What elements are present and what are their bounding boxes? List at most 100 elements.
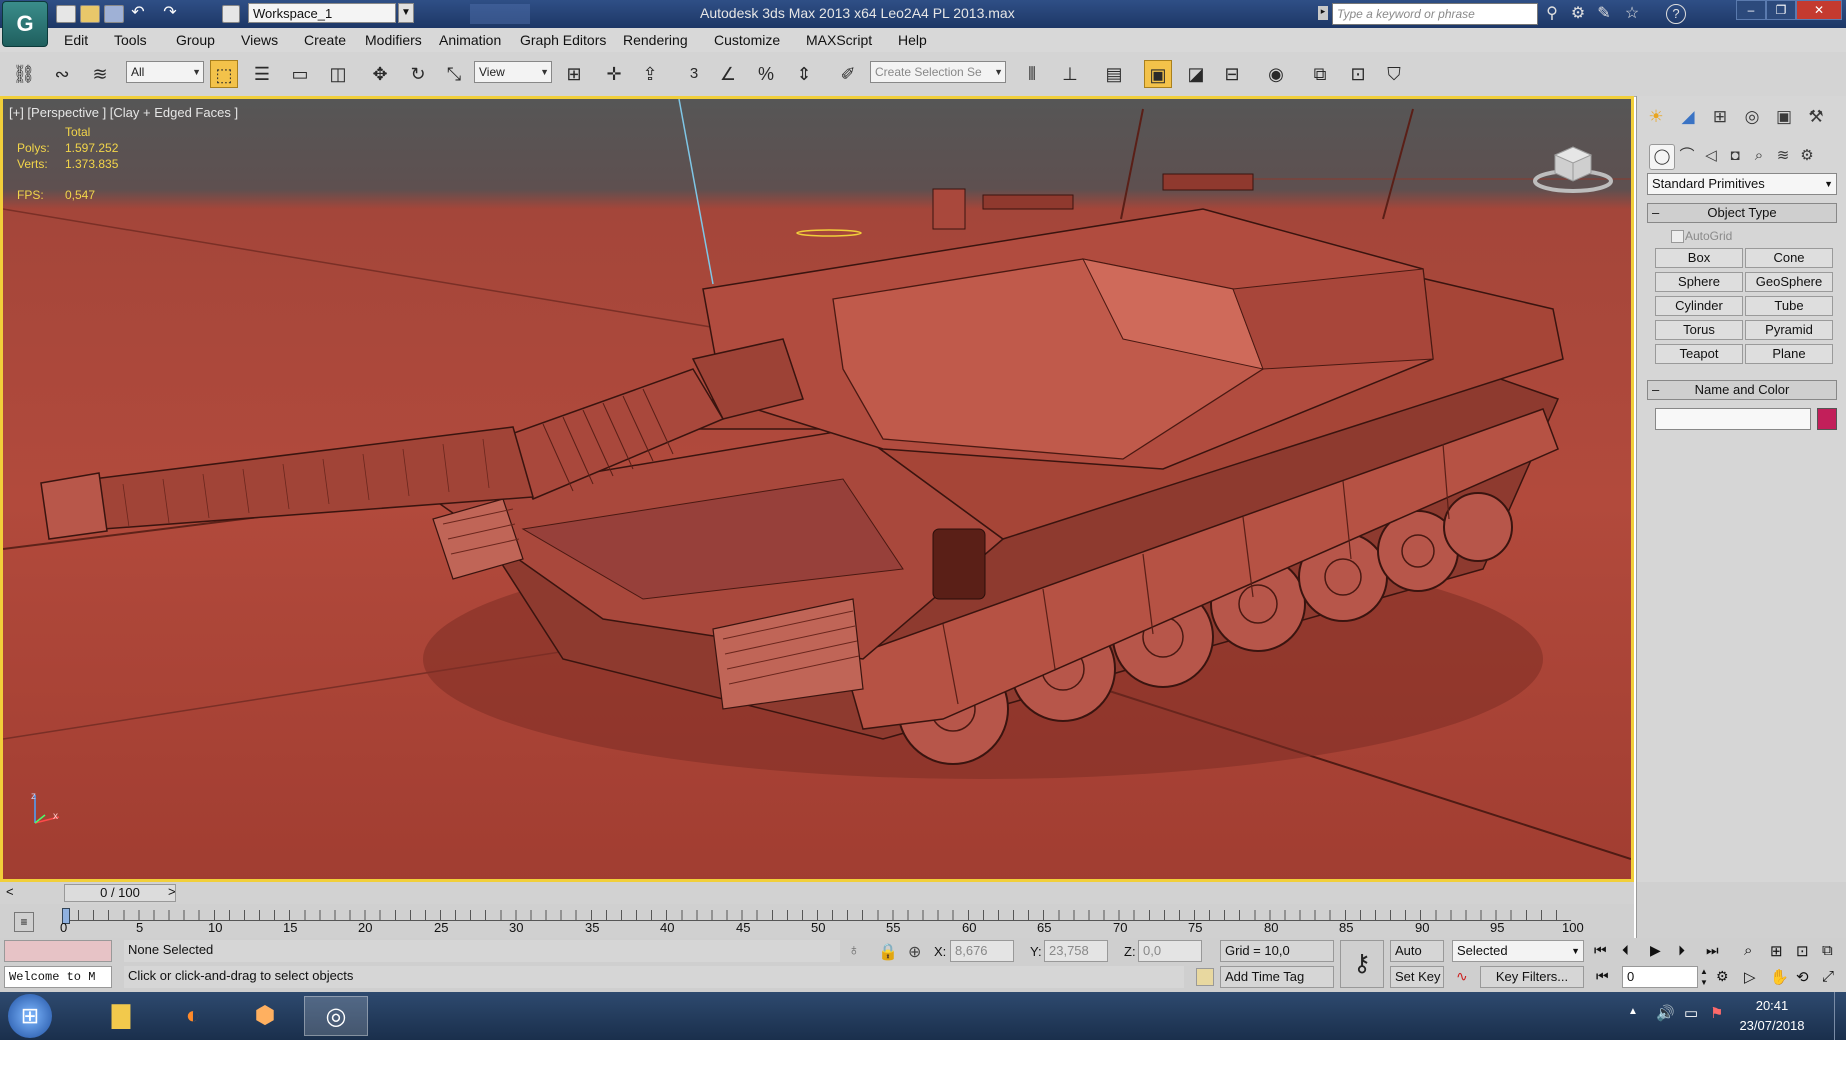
systems-icon[interactable]: ⚙ [1795,144,1819,168]
current-frame-input[interactable]: 0 [1622,966,1698,988]
go-to-start-icon[interactable]: ⏮ [1594,942,1607,959]
zoom-all-icon[interactable]: ⊞ [1770,942,1783,960]
next-frame-icon[interactable]: ⏵ [1678,942,1685,959]
scale-icon[interactable]: ⤡ [440,60,468,88]
auto-key-button[interactable]: Auto Key [1390,940,1444,978]
hierarchy-tab-icon[interactable]: ⊞ [1707,104,1733,130]
bind-space-warp-icon[interactable]: ≋ [86,60,114,88]
binoculars-icon[interactable]: ⚲ [1542,4,1562,24]
space-warps-icon[interactable]: ≋ [1771,144,1795,168]
mirror-icon[interactable]: ⫴ [1018,60,1046,88]
perspective-viewport[interactable]: [+] [Perspective ] [Clay + Edged Faces ]… [0,96,1634,882]
time-slider-prev-button[interactable]: < [6,884,14,899]
x-coordinate-input[interactable]: 8,676 [950,940,1014,962]
geosphere-button[interactable]: GeoSphere [1745,272,1833,292]
sphere-button[interactable]: Sphere [1655,272,1743,292]
cone-button[interactable]: Cone [1745,248,1833,268]
name-and-color-rollout[interactable]: – Name and Color [1647,380,1837,400]
motion-tab-icon[interactable]: ◎ [1739,104,1765,130]
mini-curve-editor-icon[interactable]: ≡ [14,912,34,932]
undo-icon[interactable]: ↶ [128,3,148,23]
frame-indicator[interactable]: 0 / 100 [64,884,176,902]
close-button[interactable]: ✕ [1796,0,1842,20]
menu-rendering[interactable]: Rendering [623,32,688,48]
object-color-swatch[interactable] [1817,408,1837,430]
maxscript-listener-pink[interactable] [4,940,112,962]
zoom-extents-all-icon[interactable]: ⧉ [1822,942,1833,959]
window-crossing-icon[interactable]: ◫ [324,60,352,88]
file-explorer-icon[interactable]: ▇ [94,996,148,1036]
menu-customize[interactable]: Customize [714,32,780,48]
workspace-dropdown[interactable]: Workspace_1 [248,3,396,23]
material-editor-icon[interactable]: ◉ [1262,60,1290,88]
z-coordinate-input[interactable]: 0,0 [1138,940,1202,962]
help-icon[interactable]: ? [1666,4,1686,24]
track-bar[interactable]: ≡ 0 5 10 15 20 25 30 35 40 45 50 55 60 6… [0,904,1634,939]
menu-help[interactable]: Help [898,32,927,48]
project-folder-icon[interactable] [222,5,240,23]
helpers-icon[interactable]: ⌕ [1747,144,1771,168]
key-filters-curve-icon[interactable]: ∿ [1456,968,1468,985]
viewcube-icon[interactable] [1533,137,1613,195]
utilities-tab-icon[interactable]: ⚒ [1803,104,1829,130]
rotate-icon[interactable]: ↻ [404,60,432,88]
clock-date[interactable]: 23/07/2018 [1732,1018,1812,1033]
maxscript-mini-listener[interactable]: Welcome to M [4,966,112,988]
render-setup-icon[interactable]: ⧉ [1306,60,1334,88]
search-input[interactable]: Type a keyword or phrase [1332,3,1538,25]
frame-spinner-icon[interactable]: ▲ ▼ [1700,966,1710,988]
edit-named-selection-icon[interactable]: ✐ [834,60,862,88]
set-key-button[interactable]: Set Key [1390,966,1444,988]
time-configuration-icon[interactable]: ⚙ [1716,968,1729,985]
select-object-icon[interactable]: ⬚ [210,60,238,88]
schematic-view-icon[interactable]: ⊟ [1218,60,1246,88]
modify-tab-icon[interactable]: ◢ [1675,104,1701,130]
geometry-icon[interactable]: ◯ [1649,144,1675,170]
time-tag-icon[interactable] [1196,968,1214,986]
key-mode-toggle-icon[interactable]: ⏮ [1596,968,1609,985]
curve-editor-icon[interactable]: ◪ [1182,60,1210,88]
zoom-icon[interactable]: ⌕ [1744,942,1752,959]
menu-graph-editors[interactable]: Graph Editors [520,32,606,48]
y-coordinate-input[interactable]: 23,758 [1044,940,1108,962]
redo-icon[interactable]: ↷ [160,3,180,23]
maximize-viewport-icon[interactable]: ⤢ [1822,968,1834,985]
communication-icon[interactable]: ✎ [1594,4,1614,24]
time-slider-next-button[interactable]: > [168,884,176,899]
rectangular-selection-icon[interactable]: ▭ [286,60,314,88]
percent-snap-icon[interactable]: % [752,60,780,88]
minimize-button[interactable]: ‒ [1736,0,1766,20]
network-icon[interactable]: ▭ [1684,1004,1698,1022]
selection-lock-icon[interactable]: 🔒 [878,942,898,962]
object-type-rollout[interactable]: – Object Type [1647,203,1837,223]
select-by-name-icon[interactable]: ☰ [248,60,276,88]
maximize-button[interactable]: ❐ [1766,0,1796,20]
pan-view-icon[interactable]: ✋ [1770,968,1789,986]
volume-icon[interactable]: 🔊 [1656,1004,1675,1022]
menu-group[interactable]: Group [176,32,215,48]
clock-time[interactable]: 20:41 [1732,998,1812,1013]
render-production-icon[interactable]: ⛉ [1380,60,1408,88]
shapes-icon[interactable]: ⌒ [1675,144,1699,168]
tube-button[interactable]: Tube [1745,296,1833,316]
create-tab-icon[interactable]: ☀ [1643,104,1669,130]
angle-snap-icon[interactable]: ∠ [714,60,742,88]
3ds-max-taskbar-icon[interactable]: ◎ [304,996,368,1036]
unlink-icon[interactable]: ∾ [48,60,76,88]
autogrid-checkbox[interactable] [1671,230,1684,243]
menu-animation[interactable]: Animation [439,32,501,48]
show-desktop-button[interactable] [1834,992,1846,1040]
keyboard-shortcut-toggle-icon[interactable]: ⇪ [636,60,664,88]
scene-explorer-icon[interactable]: ▣ [1144,60,1172,88]
reference-coordinate-dropdown[interactable]: View ▼ [474,61,552,83]
selection-filter-dropdown[interactable]: All ▼ [126,61,204,83]
lights-icon[interactable]: ◁ [1699,144,1723,168]
pivot-center-icon[interactable]: ⊞ [560,60,588,88]
3d-app-icon[interactable]: ⬢ [238,996,292,1036]
plane-button[interactable]: Plane [1745,344,1833,364]
object-name-input[interactable] [1655,408,1811,430]
cylinder-button[interactable]: Cylinder [1655,296,1743,316]
primitive-type-dropdown[interactable]: Standard Primitives ▼ [1647,173,1837,195]
action-center-icon[interactable]: ⚑ [1710,1004,1723,1022]
zoom-extents-icon[interactable]: ⊡ [1796,942,1809,960]
